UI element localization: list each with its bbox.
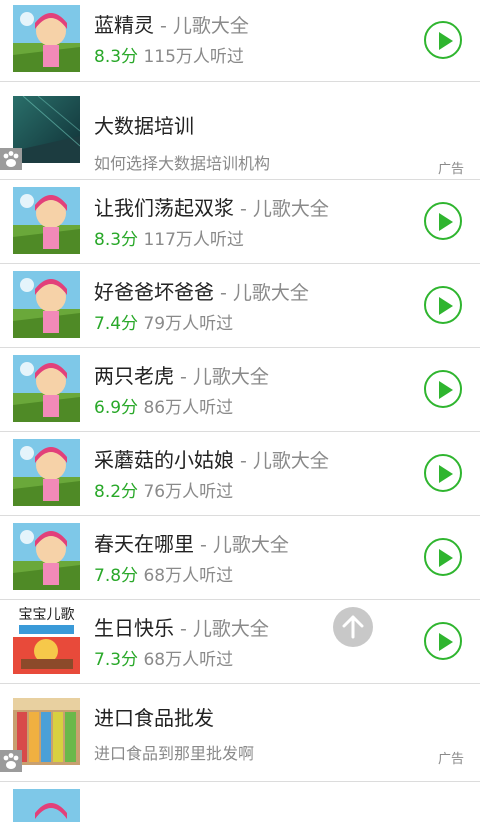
play-icon[interactable] [424,370,462,408]
song-score: 7.3分 [94,650,139,670]
song-plays: 79万人听过 [143,314,234,334]
ad-title: 大数据培训 [94,114,194,138]
song-score: 8.2分 [94,482,139,502]
song-title: 让我们荡起双浆 - 儿歌大全 [94,196,329,220]
song-title: 蓝精灵 - 儿歌大全 [94,13,249,37]
song-meta: 7.3分 68万人听过 [94,645,233,670]
play-icon[interactable] [424,286,462,324]
play-icon[interactable] [424,454,462,492]
song-plays: 86万人听过 [143,398,234,418]
song-thumbnail [13,789,80,822]
song-row[interactable]: 春天在哪里 - 儿歌大全 7.8分 68万人听过 [0,516,480,600]
song-score: 8.3分 [94,47,139,67]
play-icon[interactable] [424,202,462,240]
song-score: 7.8分 [94,566,139,586]
song-title: 好爸爸坏爸爸 - 儿歌大全 [94,280,309,304]
play-icon[interactable] [424,21,462,59]
song-title: 采蘑菇的小姑娘 - 儿歌大全 [94,448,329,472]
song-score: 7.4分 [94,314,139,334]
song-row[interactable]: 好爸爸坏爸爸 - 儿歌大全 7.4分 79万人听过 [0,264,480,348]
song-row[interactable]: 采蘑菇的小姑娘 - 儿歌大全 8.2分 76万人听过 [0,432,480,516]
ad-tag: 广告 [437,752,464,767]
song-row[interactable] [0,782,480,822]
song-meta: 8.3分 117万人听过 [94,225,244,250]
song-score: 8.3分 [94,230,139,250]
song-row[interactable]: 让我们荡起双浆 - 儿歌大全 8.3分 117万人听过 [0,180,480,264]
ad-thumbnail [13,698,80,765]
song-plays: 115万人听过 [143,47,244,67]
song-row[interactable]: 两只老虎 - 儿歌大全 6.9分 86万人听过 [0,348,480,432]
song-plays: 117万人听过 [143,230,244,250]
song-thumbnail [13,271,80,338]
ad-description: 进口食品到那里批发啊 [94,744,255,763]
song-plays: 76万人听过 [143,482,234,502]
thumbnail-logo-text: 宝宝儿歌 [18,607,75,623]
arrow-up-icon [342,615,364,639]
song-title: 两只老虎 - 儿歌大全 [94,364,269,388]
ad-row[interactable]: 进口食品批发 进口食品到那里批发啊 广告 [0,684,480,782]
song-meta: 6.9分 86万人听过 [94,393,233,418]
song-meta: 8.3分 115万人听过 [94,42,244,67]
song-meta: 7.8分 68万人听过 [94,561,233,586]
song-plays: 68万人听过 [143,650,234,670]
song-thumbnail [13,439,80,506]
song-score: 6.9分 [94,398,139,418]
song-thumbnail [13,5,80,72]
song-thumbnail [13,355,80,422]
song-meta: 8.2分 76万人听过 [94,477,233,502]
ad-thumbnail [13,96,80,163]
song-row[interactable]: 蓝精灵 - 儿歌大全 8.3分 115万人听过 [0,0,480,82]
song-thumbnail [13,187,80,254]
song-title: 春天在哪里 - 儿歌大全 [94,532,289,556]
play-icon[interactable] [424,622,462,660]
ad-row[interactable]: 大数据培训 如何选择大数据培训机构 广告 [0,82,480,180]
song-title: 生日快乐 - 儿歌大全 [94,616,269,640]
song-thumbnail: 宝宝儿歌 [13,607,80,674]
song-plays: 68万人听过 [143,566,234,586]
play-icon[interactable] [424,538,462,576]
baidu-paw-icon [0,750,22,772]
ad-tag: 广告 [437,162,464,177]
song-meta: 7.4分 79万人听过 [94,309,233,334]
song-row[interactable]: 宝宝儿歌 生日快乐 - 儿歌大全 7.3分 68万人听过 [0,600,480,684]
song-thumbnail [13,523,80,590]
scroll-to-top-button[interactable] [333,607,373,647]
ad-title: 进口食品批发 [94,706,214,730]
baidu-paw-icon [0,148,22,170]
ad-description: 如何选择大数据培训机构 [94,154,271,173]
